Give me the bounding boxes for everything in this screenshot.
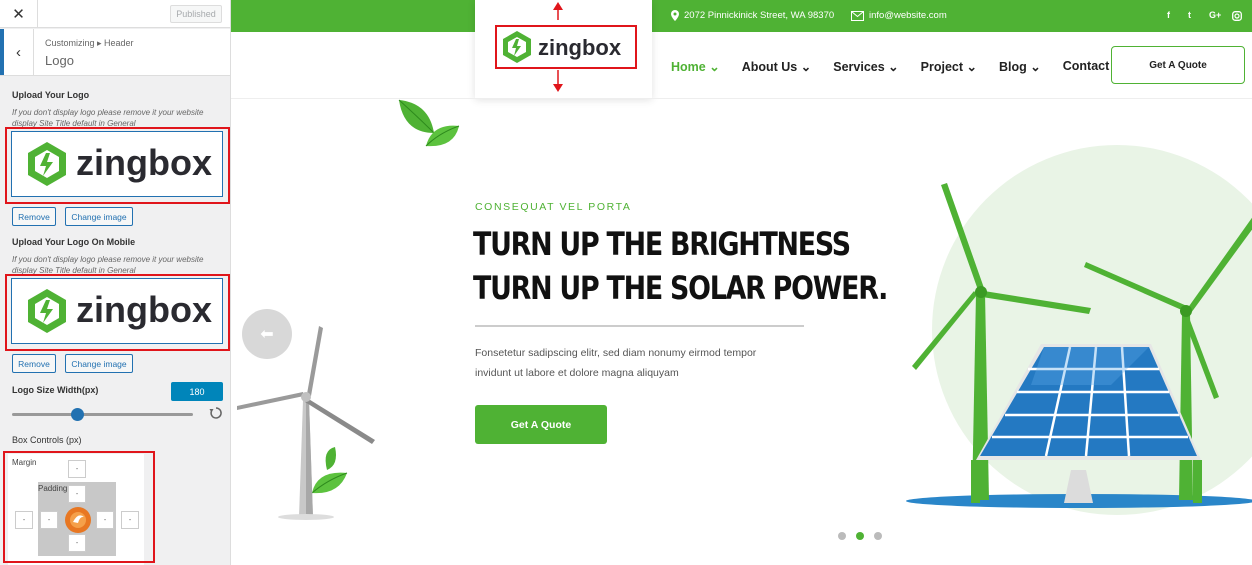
highlight-box [5, 127, 230, 204]
hero-quote-button[interactable]: Get A Quote [475, 405, 607, 444]
header-divider [231, 98, 1252, 99]
breadcrumb: Customizing ▸ Header [45, 38, 134, 48]
nav-item-project[interactable]: Project ⌄ [921, 59, 977, 74]
logo-size-slider-track[interactable] [12, 413, 193, 416]
hero-title-line-1: TURN UP THE BRIGHTNESS [473, 225, 851, 263]
header-logo-card[interactable]: zingbox [475, 0, 652, 98]
chevron-down-icon: ⌄ [800, 59, 812, 74]
nav-item-services[interactable]: Services ⌄ [833, 59, 898, 74]
instagram-icon[interactable] [1232, 11, 1242, 21]
publish-button[interactable]: Published [170, 5, 222, 23]
hero-text: Fonsetetur sadipscing elitr, sed diam no… [475, 347, 757, 379]
chevron-down-icon: ⌄ [888, 59, 899, 74]
svg-text:zingbox: zingbox [538, 35, 622, 60]
chevron-down-icon: ⌄ [1030, 59, 1041, 74]
mail-icon [851, 10, 864, 21]
solar-wind-illustration [906, 145, 1252, 515]
nav-item-about[interactable]: About Us ⌄ [742, 59, 812, 74]
chevron-down-icon: ⌄ [966, 59, 977, 74]
upload-logo-label: Upload Your Logo [12, 90, 90, 100]
slider-dot-1[interactable] [838, 532, 846, 540]
close-icon[interactable]: ✕ [0, 0, 38, 28]
logo-size-value[interactable]: 180 [171, 382, 223, 401]
chevron-down-icon: ⌄ [709, 59, 720, 74]
highlight-box [5, 274, 230, 351]
highlight-box [3, 451, 155, 563]
nav-item-contact[interactable]: Contact [1063, 59, 1110, 73]
address: 2072 Pinnickinick Street, WA 98370 [671, 10, 834, 21]
hero-title-line-2: TURN UP THE SOLAR POWER. [473, 269, 888, 307]
nav-item-blog[interactable]: Blog ⌄ [999, 59, 1041, 74]
customizer-sidebar: ✕ Published ‹ Customizing ▸ Header Logo … [0, 0, 231, 565]
logo-size-slider-thumb[interactable] [71, 408, 84, 421]
remove-mobile-logo-button[interactable]: Remove [12, 354, 56, 373]
address-text: 2072 Pinnickinick Street, WA 98370 [684, 10, 835, 21]
change-logo-button[interactable]: Change image [65, 207, 133, 226]
twitter-icon[interactable]: t [1188, 10, 1191, 20]
topbar: 2072 Pinnickinick Street, WA 98370 info@… [231, 0, 1252, 32]
section-header: ‹ Customizing ▸ Header Logo [0, 29, 230, 76]
leaf-icon [398, 99, 460, 147]
remove-logo-button[interactable]: Remove [12, 207, 56, 226]
reset-icon[interactable] [209, 406, 223, 420]
facebook-icon[interactable]: f [1167, 10, 1170, 20]
arrow-left-icon: ⬅ [260, 326, 274, 343]
site-preview: 2072 Pinnickinick Street, WA 98370 info@… [231, 0, 1252, 565]
slider-prev-button[interactable]: ⬅ [242, 309, 292, 359]
box-controls-label: Box Controls (px) [12, 435, 82, 445]
section-title: Logo [45, 53, 74, 68]
email[interactable]: info@website.com [851, 10, 947, 21]
upload-mobile-logo-label: Upload Your Logo On Mobile [12, 237, 136, 247]
hero-title: TURN UP THE BRIGHTNESS TURN UP THE SOLAR… [473, 222, 888, 310]
customizer-topbar: ✕ Published [0, 0, 230, 28]
upload-logo-description: If you don't display logo please remove … [12, 108, 204, 128]
location-pin-icon [671, 10, 679, 21]
google-plus-icon[interactable]: G+ [1209, 10, 1221, 20]
hero-divider [475, 325, 804, 327]
main-nav: Home ⌄ About Us ⌄ Services ⌄ Project ⌄ B… [671, 58, 1131, 74]
upload-mobile-logo-description: If you don't display logo please remove … [12, 255, 204, 275]
logo-size-label: Logo Size Width(px) [12, 385, 99, 395]
header-quote-button[interactable]: Get A Quote [1111, 46, 1245, 84]
nav-item-home[interactable]: Home ⌄ [671, 59, 720, 74]
header-logo: zingbox [495, 2, 637, 92]
slider-dot-3[interactable] [874, 532, 882, 540]
hero-subtitle: CONSEQUAT VEL PORTA [475, 201, 632, 213]
change-mobile-logo-button[interactable]: Change image [65, 354, 133, 373]
email-text: info@website.com [869, 10, 947, 21]
back-arrow-icon[interactable]: ‹ [0, 29, 34, 75]
slider-dot-2[interactable] [856, 532, 864, 540]
